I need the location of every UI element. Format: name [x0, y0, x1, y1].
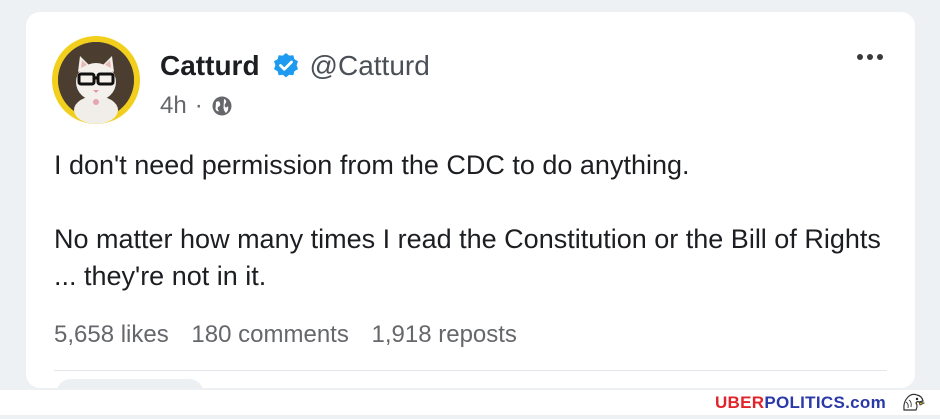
action-button-placeholder[interactable]	[56, 379, 204, 388]
site-watermark: UBERPOLITICS.com	[715, 393, 886, 413]
post-header: Catturd @Catturd	[160, 50, 430, 82]
post-text-paragraph: No matter how many times I read the Cons…	[54, 224, 881, 291]
eagle-icon	[900, 390, 926, 414]
comments-count[interactable]: 180 comments	[191, 321, 348, 348]
more-options-icon[interactable]	[857, 54, 883, 60]
cat-avatar-image	[58, 42, 134, 124]
verified-badge-icon	[272, 52, 300, 80]
divider	[54, 370, 887, 371]
post-card: Catturd @Catturd 4h · I don't need permi…	[26, 12, 915, 388]
author-avatar[interactable]	[52, 36, 140, 124]
author-handle[interactable]: @Catturd	[310, 50, 430, 82]
post-timestamp[interactable]: 4h	[160, 92, 187, 120]
post-meta: 4h ·	[160, 92, 233, 120]
watermark-part: .com	[845, 393, 886, 412]
watermark-part: UBER	[714, 393, 765, 412]
post-text-paragraph: I don't need permission from the CDC to …	[54, 150, 690, 180]
watermark-part: POLITICS	[764, 393, 846, 412]
post-stats: 5,658 likes 180 comments 1,918 reposts	[54, 321, 533, 349]
post-body: I don't need permission from the CDC to …	[54, 147, 884, 295]
meta-separator: ·	[194, 92, 203, 119]
likes-count[interactable]: 5,658 likes	[54, 321, 169, 348]
globe-icon	[211, 95, 233, 117]
reposts-count[interactable]: 1,918 reposts	[372, 321, 517, 348]
author-name[interactable]: Catturd	[160, 50, 260, 82]
